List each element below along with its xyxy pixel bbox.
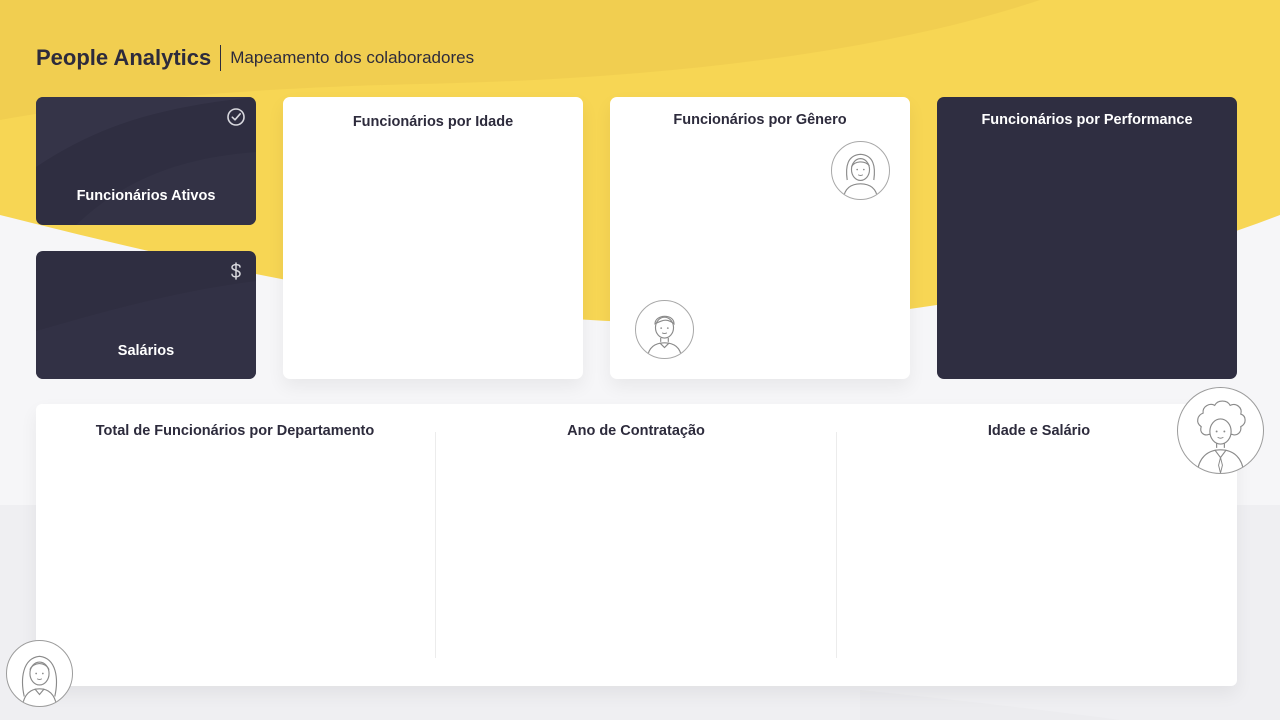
card-employees-by-age[interactable]: Funcionários por Idade [283, 97, 583, 379]
section-divider [435, 432, 436, 658]
app-title: People Analytics [36, 45, 212, 70]
card-texture [36, 97, 256, 225]
card-employees-by-performance[interactable]: Funcionários por Performance [937, 97, 1237, 379]
card-title-age: Funcionários por Idade [352, 114, 514, 130]
section-title-hire-year: Ano de Contratação [567, 423, 705, 439]
card-title-gender: Funcionários por Gênero [673, 112, 847, 128]
bottom-charts-panel: Total de Funcionários por Departamento A… [36, 404, 1237, 686]
card-texture [36, 281, 256, 379]
section-title-department: Total de Funcionários por Departamento [95, 423, 375, 439]
section-divider [836, 432, 837, 658]
male-avatar-icon [635, 300, 694, 359]
page-header: People Analytics Mapeamento dos colabora… [36, 44, 474, 72]
card-employees-by-gender[interactable]: Funcionários por Gênero [610, 97, 910, 379]
female-avatar-icon [831, 141, 890, 200]
check-circle-icon [226, 107, 246, 127]
long-hair-avatar-icon [6, 640, 73, 707]
kpi-card-salaries[interactable]: Salários [36, 251, 256, 379]
kpi-card-active-employees[interactable]: Funcionários Ativos [36, 97, 256, 225]
kpi-label-salaries: Salários [117, 343, 175, 359]
card-title-performance: Funcionários por Performance [981, 112, 1193, 128]
header-divider [220, 45, 222, 71]
kpi-label-active-employees: Funcionários Ativos [76, 188, 216, 204]
curly-hair-avatar-icon [1177, 387, 1264, 474]
dollar-icon [226, 261, 246, 281]
app-subtitle: Mapeamento dos colaboradores [230, 48, 475, 67]
